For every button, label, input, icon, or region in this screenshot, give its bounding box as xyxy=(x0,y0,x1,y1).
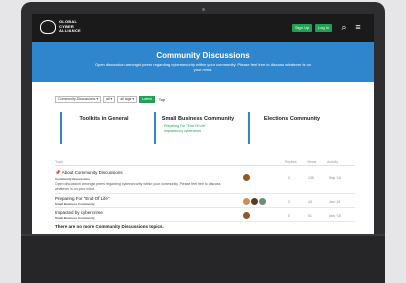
topic-table-header: Topic Replies Views Activity xyxy=(55,160,355,166)
subcategory-dropdown[interactable]: all ▾ xyxy=(103,96,116,103)
avatar[interactable] xyxy=(251,198,258,205)
category-banner: Community Discussions Open discussion am… xyxy=(32,42,374,82)
subcategory-card[interactable]: Elections Community xyxy=(248,112,334,144)
site-logo[interactable]: GLOBAL CYBER ALLIANCE xyxy=(40,20,81,34)
search-icon[interactable]: ⌕ xyxy=(339,22,349,32)
table-row: Preparing For "End Of Life" Small Busine… xyxy=(55,196,355,208)
col-topic: Topic xyxy=(55,160,64,164)
reply-count: 2 xyxy=(288,200,290,204)
col-activity[interactable]: Activity xyxy=(327,160,338,164)
screen: GLOBAL CYBER ALLIANCE Sign Up Log In ⌕ ≡… xyxy=(32,14,374,234)
col-replies[interactable]: Replies xyxy=(285,160,297,164)
login-button[interactable]: Log In xyxy=(315,24,333,32)
table-row: Impacted by cybercrime Small Business Co… xyxy=(55,210,355,222)
activity-date[interactable]: Nov '18 xyxy=(329,214,341,218)
activity-date[interactable]: Jan '19 xyxy=(329,200,340,204)
subcategory-topic-link[interactable]: Preparing For "End Of Life" xyxy=(164,124,240,128)
top-navbar: GLOBAL CYBER ALLIANCE Sign Up Log In ⌕ ≡ xyxy=(32,14,374,42)
subcategory-card[interactable]: Toolkits in General xyxy=(60,112,146,144)
tab-top[interactable]: Top xyxy=(157,97,165,102)
table-row: 📌 About Community Discussions Community … xyxy=(55,170,355,194)
avatar[interactable] xyxy=(259,198,266,205)
view-count: 43 xyxy=(308,200,312,204)
reply-count: 0 xyxy=(288,176,290,180)
avatar[interactable] xyxy=(243,174,250,181)
tab-latest[interactable]: Latest xyxy=(139,96,155,103)
hamburger-icon[interactable]: ≡ xyxy=(353,22,363,32)
view-count: 135 xyxy=(308,176,314,180)
avatar[interactable] xyxy=(243,198,250,205)
subcategory-title[interactable]: Small Business Community xyxy=(156,116,240,122)
activity-date[interactable]: Sep '18 xyxy=(329,176,341,180)
topic-excerpt: Open discussion amongst peers regarding … xyxy=(55,182,221,191)
logo-text: GLOBAL CYBER ALLIANCE xyxy=(59,19,81,34)
subcategory-card[interactable]: Small Business Community Preparing For "… xyxy=(154,112,240,144)
view-count: 51 xyxy=(308,214,312,218)
laptop-base xyxy=(21,236,385,283)
signup-button[interactable]: Sign Up xyxy=(292,24,313,32)
page-title: Community Discussions xyxy=(156,51,250,60)
subcategory-title[interactable]: Toolkits in General xyxy=(62,116,146,122)
subcategory-title[interactable]: Elections Community xyxy=(250,116,334,122)
avatar[interactable] xyxy=(243,212,250,219)
filter-bar: Community Discussions ▾ all ▾ all tags ▾… xyxy=(55,96,165,103)
no-more-topics-message: There are no more Community Discussions … xyxy=(55,224,164,229)
webcam-dot xyxy=(202,8,205,11)
tags-dropdown[interactable]: all tags ▾ xyxy=(117,96,138,103)
reply-count: 0 xyxy=(288,214,290,218)
category-description: Open discussion amongst peers regarding … xyxy=(94,62,312,72)
col-views[interactable]: Views xyxy=(307,160,316,164)
logo-icon xyxy=(40,20,56,34)
subcategory-topic-link[interactable]: Impacted by cybercrime xyxy=(164,129,240,133)
category-dropdown[interactable]: Community Discussions ▾ xyxy=(55,96,102,103)
